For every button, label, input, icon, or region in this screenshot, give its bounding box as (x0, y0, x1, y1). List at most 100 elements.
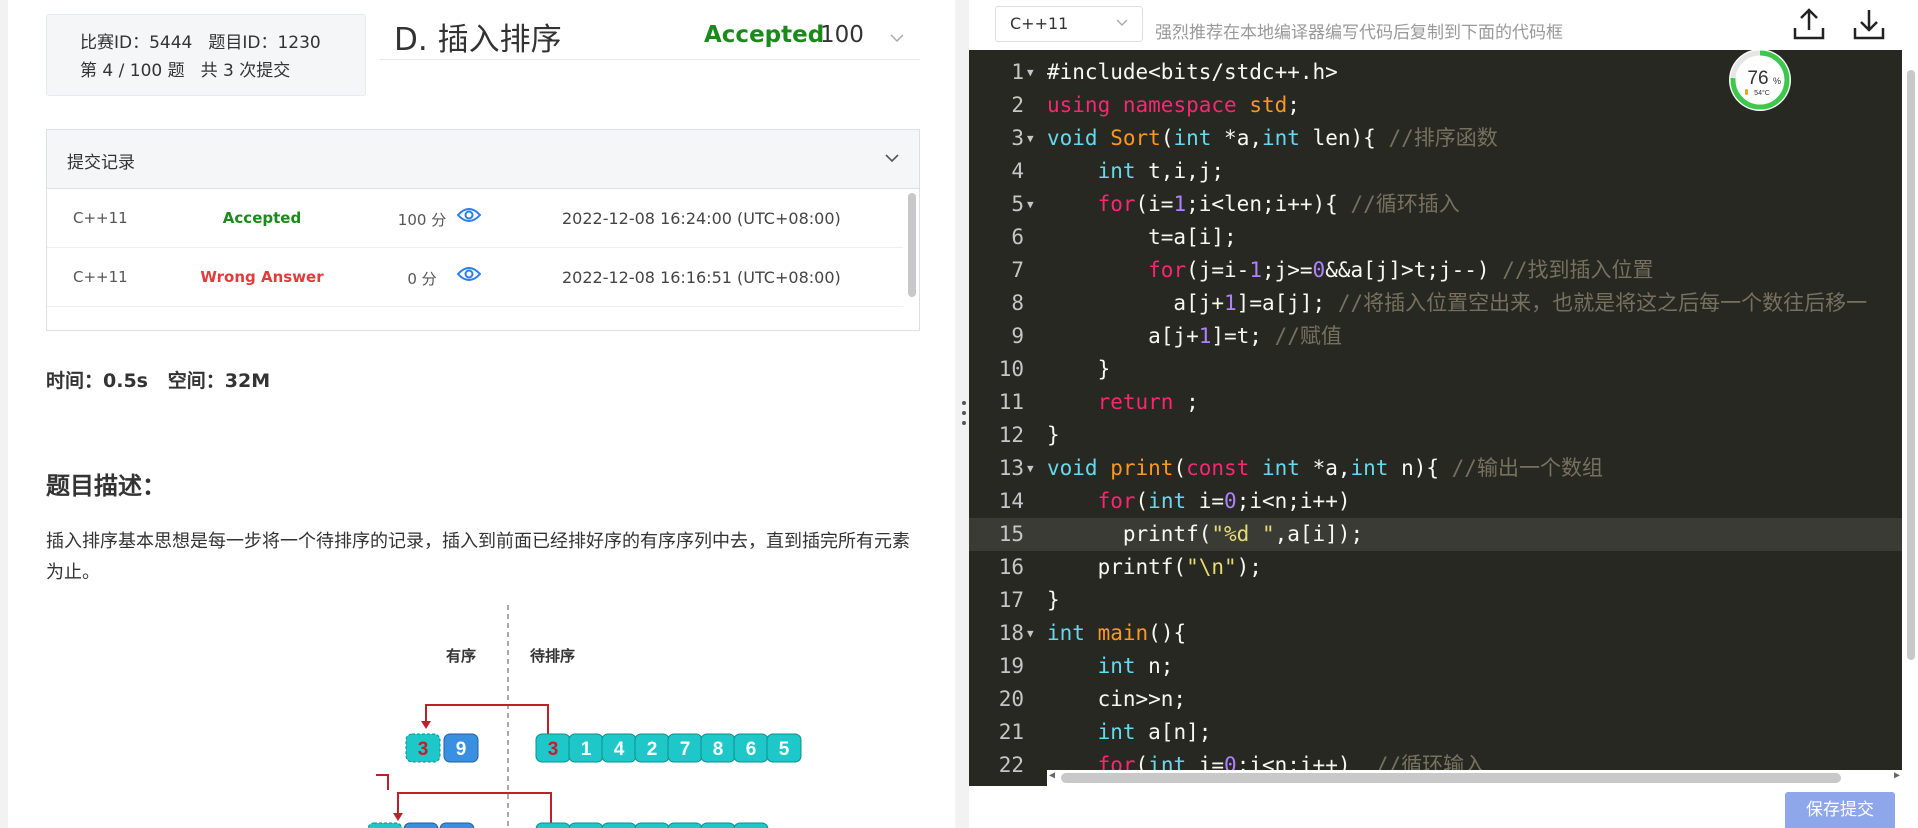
diagram-cell-value: 7 (680, 739, 691, 760)
code-line[interactable]: 17} (969, 584, 1902, 617)
diagram-cell-value: 6 (746, 739, 757, 760)
description-text: 插入排序基本思想是每一步将一个待排序的记录，插入到前面已经排好序的有序序列中去，… (46, 531, 910, 583)
code-line[interactable]: 8 a[j+1]=a[j]; //将插入位置空出来，也就是将这之后每一个数往后移… (969, 287, 1902, 320)
problem-progress: 第 4 / 100 题 (80, 61, 185, 81)
line-number: 5 (1011, 192, 1024, 216)
line-number: 7 (1011, 258, 1024, 282)
record-status: Wrong Answer (200, 268, 324, 286)
code-line[interactable]: 7 for(j=i-1;j>=0&&a[j]>t;j--) //找到插入位置 (969, 254, 1902, 287)
code-line-active[interactable]: 15 printf("%d ",a[i]); (969, 518, 1902, 551)
line-number: 4 (1011, 159, 1024, 183)
save-submit-button[interactable]: 保存提交 (1785, 792, 1895, 828)
code-editor[interactable]: 1 ▼ #include<bits/stdc++.h> 2 using namespa… (969, 50, 1902, 786)
record-row[interactable]: C++11 Wrong Answer 0 分 2022-12-08 16:16:… (47, 248, 903, 307)
chevron-down-icon[interactable] (890, 28, 904, 47)
code-line[interactable]: 6 t=a[i]; (969, 221, 1902, 254)
record-status: Accepted (222, 209, 302, 227)
thermometer-icon (1745, 89, 1748, 95)
line-number: 22 (998, 753, 1024, 777)
diagram-cell-value: 8 (713, 739, 724, 760)
code-line[interactable]: 9 a[j+1]=t; //赋值 (969, 320, 1902, 353)
line-number: 16 (998, 555, 1024, 579)
editor-tip: 强烈推荐在本地编译器编写代码后复制到下面的代码框 (1155, 23, 1563, 43)
sorted-label: 有序 (446, 647, 476, 665)
fold-icon[interactable]: ▼ (1027, 122, 1034, 155)
cpu-usage-widget: 76 % 54°C (1729, 49, 1791, 111)
record-language: C++11 (73, 268, 128, 286)
code-line[interactable]: 21 int a[n]; (969, 716, 1902, 749)
code-line[interactable]: 11 return ; (969, 386, 1902, 419)
line-number: 8 (1011, 291, 1024, 315)
records-header[interactable]: 提交记录 (47, 130, 919, 189)
line-number: 10 (998, 357, 1024, 381)
cpu-temperature: 54°C (1754, 89, 1770, 97)
problem-score: 100 (820, 22, 864, 48)
problem-meta-box: 比赛ID：5444 题目ID：1230 第 4 / 100 题共 3 次提交 (46, 14, 366, 96)
time-space-limits: 时间：0.5s 空间：32M (46, 370, 271, 392)
code-line[interactable]: 5 ▼ for(i=1;i<len;i++){ //循环插入 (969, 188, 1902, 221)
line-number: 1 (1011, 60, 1024, 84)
fold-icon[interactable]: ▼ (1027, 617, 1034, 650)
scroll-left-icon[interactable]: ◀ (1049, 770, 1055, 781)
diagram-cell-value: 5 (779, 739, 790, 760)
diagram-cell-value: 2 (647, 739, 658, 760)
records-scrollbar[interactable] (908, 193, 916, 297)
horizontal-scrollbar[interactable]: ◀ ▶ (1047, 770, 1902, 786)
code-line[interactable]: 20 cin>>n; (969, 683, 1902, 716)
line-number: 19 (998, 654, 1024, 678)
records-title: 提交记录 (67, 153, 135, 173)
line-number: 2 (1011, 93, 1024, 117)
code-line[interactable]: 14 for(int i=0;i<n;i++) (969, 485, 1902, 518)
editor-pane: C++11 强烈推荐在本地编译器编写代码后复制到下面的代码框 1 ▼ #includ… (969, 0, 1918, 828)
code-line[interactable]: 3 ▼ void Sort(int *a,int len){ //排序函数 (969, 122, 1902, 155)
problem-id: 题目ID：1230 (208, 33, 321, 53)
language-value: C++11 (1010, 14, 1069, 33)
code-line[interactable]: 4 int t,i,j; (969, 155, 1902, 188)
line-number: 21 (998, 720, 1024, 744)
fold-icon[interactable]: ▼ (1027, 452, 1034, 485)
horizontal-scroll-thumb[interactable] (1061, 773, 1841, 783)
vertical-scrollbar[interactable] (1904, 50, 1918, 786)
description-heading: 题目描述： (46, 472, 166, 500)
code-line[interactable]: 12} (969, 419, 1902, 452)
code-line[interactable]: 16 printf("\n"); (969, 551, 1902, 584)
submission-records-panel: 提交记录 C++11 Accepted 100 分 2022-12-08 16:… (46, 129, 920, 331)
diagram-cell-value: 3 (418, 739, 429, 760)
line-number: 11 (998, 390, 1024, 414)
record-row[interactable]: C++11 Accepted 100 分 2022-12-08 16:24:00… (47, 189, 903, 248)
diagram-cell-value: 3 (548, 739, 559, 760)
line-number: 6 (1011, 225, 1024, 249)
insertion-sort-diagram: 有序 待排序 3 9 3 1 4 2 7 8 6 5 (368, 605, 802, 828)
code-line[interactable]: 10 } (969, 353, 1902, 386)
diagram-cell-value: 1 (581, 739, 592, 760)
line-number: 12 (998, 423, 1024, 447)
eye-icon[interactable] (456, 264, 482, 288)
drag-handle-icon[interactable] (962, 400, 966, 433)
code-line[interactable]: 18 ▼ int main(){ (969, 617, 1902, 650)
problem-title: D. 插入排序 (394, 22, 562, 58)
line-number: 3 (1011, 126, 1024, 150)
record-time: 2022-12-08 16:16:51 (UTC+08:00) (562, 268, 841, 287)
code-line[interactable]: 19 int n; (969, 650, 1902, 683)
line-number: 9 (1011, 324, 1024, 348)
record-score: 100 分 (397, 211, 447, 229)
problem-title-row[interactable]: D. 插入排序 Accepted 100 (380, 14, 920, 60)
problem-pane: 比赛ID：5444 题目ID：1230 第 4 / 100 题共 3 次提交 D.… (0, 0, 955, 828)
fold-icon[interactable]: ▼ (1027, 56, 1034, 89)
line-number: 17 (998, 588, 1024, 612)
download-icon[interactable] (1851, 6, 1887, 46)
cpu-percent-unit: % (1773, 76, 1781, 86)
line-number: 15 (998, 522, 1024, 546)
problem-status: Accepted (704, 22, 825, 48)
submission-count: 共 3 次提交 (200, 61, 291, 81)
diagram-cell-value: 4 (614, 739, 625, 760)
eye-icon[interactable] (456, 205, 482, 229)
vertical-scroll-thumb[interactable] (1907, 70, 1915, 660)
scroll-right-icon[interactable]: ▶ (1894, 770, 1900, 781)
chevron-down-icon[interactable] (885, 148, 899, 167)
upload-icon[interactable] (1791, 6, 1827, 46)
code-line[interactable]: 13 ▼ void print(const int *a,int n){ //输出一… (969, 452, 1902, 485)
fold-icon[interactable]: ▼ (1027, 188, 1034, 221)
language-select[interactable]: C++11 (995, 6, 1143, 42)
record-language: C++11 (73, 209, 128, 227)
